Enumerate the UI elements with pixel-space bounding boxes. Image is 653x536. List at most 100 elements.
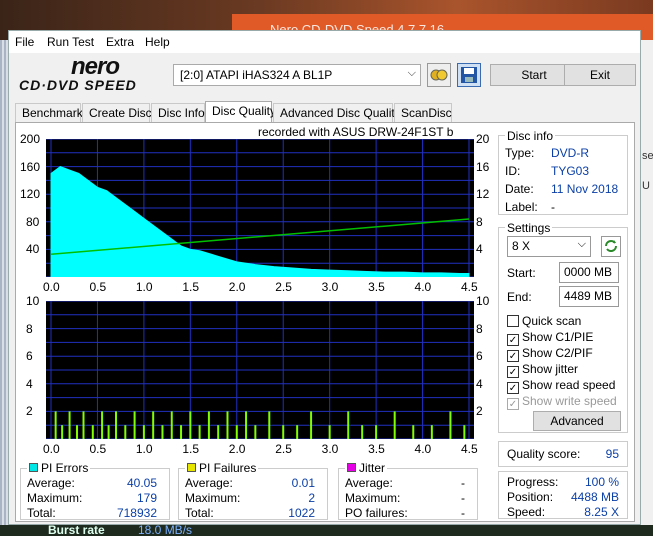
c2-pif-bar: [463, 425, 466, 439]
c1-y2-tick-label: 8: [476, 214, 483, 229]
menu-file[interactable]: File: [15, 35, 34, 49]
tab-create-disc[interactable]: Create Disc: [82, 103, 152, 123]
pi-failures-chart: [46, 301, 474, 439]
tab-disc-quality[interactable]: Disc Quality: [205, 101, 276, 123]
disc-info-group: Disc info Type: DVD-R ID: TYG03 Date: 11…: [498, 129, 628, 215]
c1-y2-tick-label: 16: [476, 159, 490, 174]
c2-x-tick-label: 4.5: [461, 442, 478, 456]
c2-y2-tick-label: 10: [476, 294, 490, 308]
eject-icon[interactable]: [427, 63, 451, 87]
start-input[interactable]: 0000 MB: [559, 262, 619, 283]
tab-advanced-disc-quality[interactable]: Advanced Disc Quality: [273, 103, 401, 123]
c2-y-tick-label: 8: [26, 321, 33, 336]
c2-pif-bar: [254, 425, 257, 439]
start-label: Start:: [507, 266, 536, 280]
c2-pif-bar: [296, 425, 299, 439]
chevron-down-icon: ⌵: [577, 238, 586, 250]
pi-failures-maximum-value: 2: [308, 491, 315, 505]
c2-pif-bar: [124, 425, 127, 439]
c2-pif-bar: [198, 425, 201, 439]
c1-x-tick-label: 1.0: [135, 280, 153, 294]
c2-y-tick-label: 10: [26, 294, 40, 308]
end-input[interactable]: 4489 MB: [559, 286, 619, 307]
menu-help[interactable]: Help: [145, 35, 170, 49]
pi-errors-title: PI Errors: [27, 461, 91, 475]
jitter-average-label: Average:: [345, 476, 393, 490]
speed-value: 8.25 X: [584, 505, 619, 519]
save-icon[interactable]: [457, 63, 481, 87]
drive-select[interactable]: [2:0] ATAPI iHAS324 A BL1P ⌵: [173, 64, 421, 86]
disc-date-value: 11 Nov 2018: [551, 182, 619, 196]
c2-pif-bar: [61, 425, 64, 439]
drive-select-value: [2:0] ATAPI iHAS324 A BL1P: [180, 68, 333, 82]
c2-pif-bar: [226, 411, 229, 439]
tab-bar: Benchmark Create Disc Disc Info Disc Qua…: [15, 101, 635, 123]
checkmark-icon: ✓: [507, 366, 519, 378]
background-fragment-1: se: [642, 150, 653, 162]
settings-title: Settings: [505, 221, 553, 235]
checkmark-icon: ✓: [507, 350, 519, 362]
pi-failures-average-value: 0.01: [291, 476, 315, 490]
checkmark-icon: ✓: [507, 334, 519, 346]
c2-pif-bar: [430, 425, 433, 439]
disc-id-label: ID:: [505, 164, 521, 178]
app-window: File Run Test Extra Help nero CD·DVD SPE…: [8, 30, 641, 525]
c2-x-tick-label: 1.5: [182, 442, 200, 456]
pi-errors-stats: PI Errors Average: 40.05 Maximum: 179 To…: [20, 461, 170, 520]
disc-type-label: Type:: [505, 146, 535, 160]
nero-logo: nero CD·DVD SPEED: [19, 53, 169, 93]
c2-pif-bar: [76, 425, 79, 439]
c2-pif-bar: [347, 411, 350, 439]
pi-failures-swatch: [187, 463, 196, 472]
show-read-speed-checkbox[interactable]: ✓ Show read speed: [507, 378, 615, 394]
quick-scan-checkbox[interactable]: Quick scan: [507, 314, 581, 328]
pi-errors-chart: [46, 139, 474, 277]
c2-pif-bar: [133, 411, 136, 439]
c1-y-tick-label: 200: [20, 132, 41, 146]
refresh-icon[interactable]: [601, 236, 621, 257]
checkbox-box: [507, 315, 519, 327]
c2-y-tick-label: 4: [26, 376, 33, 391]
progress-group: Progress: 100 % Position: 4488 MB Speed:…: [498, 471, 628, 519]
background-window-left: [0, 40, 8, 536]
checkmark-icon: ✓: [507, 382, 519, 394]
c2-pif-bar: [152, 411, 155, 439]
show-jitter-checkbox[interactable]: ✓ Show jitter: [507, 362, 578, 378]
show-c2-pif-label: Show C2/PIF: [522, 346, 593, 360]
po-failures-label: PO failures:: [345, 506, 408, 520]
exit-button[interactable]: Exit: [564, 64, 636, 86]
advanced-button[interactable]: Advanced: [533, 411, 621, 431]
c1-y-tick-label: 80: [26, 214, 40, 229]
disc-date-label: Date:: [505, 182, 534, 196]
c1-x-tick-label: 0.0: [43, 280, 60, 294]
menu-run-test[interactable]: Run Test: [47, 35, 94, 49]
position-value: 4488 MB: [570, 490, 619, 504]
speed-select-value: 8 X: [512, 239, 531, 253]
speed-select[interactable]: 8 X ⌵: [507, 236, 591, 257]
tab-disc-info[interactable]: Disc Info: [151, 103, 205, 123]
background-burst-value: 18.0 MB/s: [138, 525, 193, 536]
background-window-bottom: Burst rate 18.0 MB/s: [0, 525, 653, 536]
quality-score-label: Quality score:: [507, 447, 581, 461]
tab-benchmark[interactable]: Benchmark: [15, 103, 83, 123]
settings-group: Settings 8 X ⌵ Start: 0000 MB End: 4489 …: [498, 221, 628, 433]
c2-pif-bar: [142, 425, 145, 439]
show-c2-pif-checkbox[interactable]: ✓ Show C2/PIF: [507, 346, 593, 362]
show-read-speed-label: Show read speed: [522, 378, 616, 392]
progress-label: Progress:: [507, 475, 559, 489]
pi-failures-title-text: PI Failures: [199, 461, 257, 475]
pi-failures-average-label: Average:: [185, 476, 233, 490]
c2-pif-bar: [375, 425, 378, 439]
c1-y2-tick-label: 20: [476, 132, 490, 146]
c1-y-tick-label: 40: [26, 242, 40, 257]
c2-x-tick-label: 0.0: [43, 442, 60, 456]
tab-scandisc[interactable]: ScanDisc: [394, 103, 452, 123]
show-c1-pie-label: Show C1/PIE: [522, 330, 594, 344]
disc-info-title: Disc info: [505, 129, 556, 143]
toolbar: nero CD·DVD SPEED [2:0] ATAPI iHAS324 A …: [9, 53, 640, 97]
menu-extra[interactable]: Extra: [106, 35, 134, 49]
jitter-title: Jitter: [345, 461, 388, 475]
pi-failures-maximum-label: Maximum:: [185, 491, 241, 505]
show-c1-pie-checkbox[interactable]: ✓ Show C1/PIE: [507, 330, 593, 346]
c2-pif-bar: [282, 425, 285, 439]
